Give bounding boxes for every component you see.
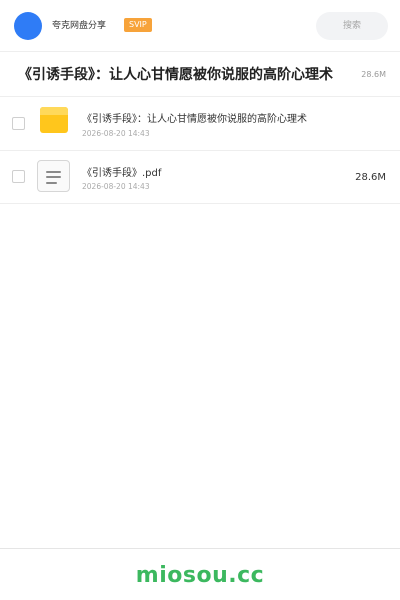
folder-icon: [40, 107, 68, 133]
top-bar: 夸克网盘分享 SVIP: [0, 0, 400, 52]
item-name[interactable]: 《引诱手段》.pdf: [82, 167, 161, 180]
total-size: 28.6M: [361, 70, 386, 79]
share-title-row: 《引诱手段》：让人心甘情愿被你说服的高阶心理术 28.6M: [0, 52, 400, 97]
item-date: 2026-08-20 14:43: [82, 182, 150, 191]
document-icon: [37, 160, 70, 192]
item-checkbox[interactable]: [12, 170, 25, 183]
item-size: 28.6M: [355, 172, 386, 183]
footer-brand[interactable]: miosou.cc: [0, 563, 400, 589]
site-name: 夸克网盘分享: [52, 21, 107, 31]
svip-badge: SVIP: [124, 18, 152, 32]
search-input[interactable]: [316, 12, 388, 40]
item-date: 2026-08-20 14:43: [82, 129, 150, 138]
page-title: 《引诱手段》：让人心甘情愿被你说服的高阶心理术: [18, 67, 333, 83]
list-item[interactable]: 《引诱手段》.pdf 2026-08-20 14:43 28.6M: [0, 150, 400, 204]
list-item[interactable]: 《引诱手段》：让人心甘情愿被你说服的高阶心理术 2026-08-20 14:43: [0, 97, 400, 151]
item-name[interactable]: 《引诱手段》：让人心甘情愿被你说服的高阶心理术: [82, 113, 307, 126]
footer: miosou.cc: [0, 548, 400, 600]
avatar[interactable]: [14, 12, 42, 40]
item-checkbox[interactable]: [12, 117, 25, 130]
